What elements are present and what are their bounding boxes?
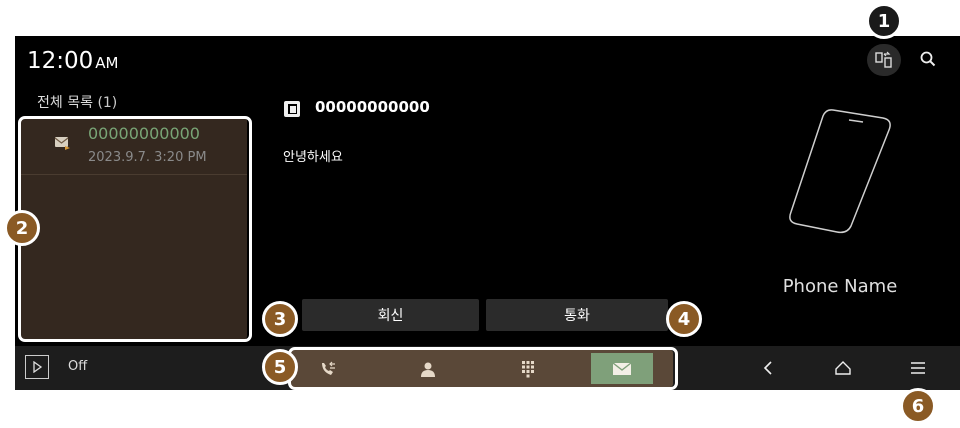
callout-badge-3: 3	[262, 301, 298, 337]
home-icon	[835, 361, 851, 375]
callout-badge-5: 5	[262, 349, 298, 385]
media-play-button[interactable]	[25, 355, 49, 379]
callout-badge-4: 4	[666, 301, 702, 337]
message-copy-icon	[284, 101, 300, 117]
detail-message: 안녕하세요	[283, 150, 343, 165]
reply-button[interactable]: 회신	[302, 299, 479, 331]
menu-button[interactable]	[903, 354, 933, 382]
list-count: (1)	[97, 95, 118, 111]
clock-ampm: AM	[95, 54, 119, 72]
callout-badge-1: 1	[866, 3, 902, 39]
list-title-text: 전체 목록	[37, 95, 93, 111]
back-icon	[763, 361, 772, 375]
switch-device-icon	[875, 51, 892, 68]
search-icon	[920, 51, 936, 67]
callout-badge-6: 6	[900, 388, 936, 424]
callout-badge-2: 2	[4, 210, 40, 246]
phone-outline-icon	[789, 109, 891, 234]
search-button[interactable]	[915, 46, 941, 72]
clock-time: 12:00	[27, 48, 94, 74]
callout-frame-tabs	[288, 347, 678, 390]
device-name: Phone Name	[782, 276, 898, 297]
call-button[interactable]: 통화	[486, 299, 668, 331]
list-title: 전체 목록 (1)	[37, 92, 117, 112]
menu-icon	[911, 362, 925, 374]
media-status-label: Off	[68, 359, 88, 374]
back-button[interactable]	[753, 354, 783, 382]
home-button[interactable]	[828, 354, 858, 382]
clock: 12:00 AM	[27, 48, 119, 74]
switch-device-button[interactable]	[867, 44, 901, 76]
detail-number: 00000000000	[315, 98, 430, 116]
callout-frame-list	[18, 116, 252, 342]
play-icon	[33, 361, 43, 373]
